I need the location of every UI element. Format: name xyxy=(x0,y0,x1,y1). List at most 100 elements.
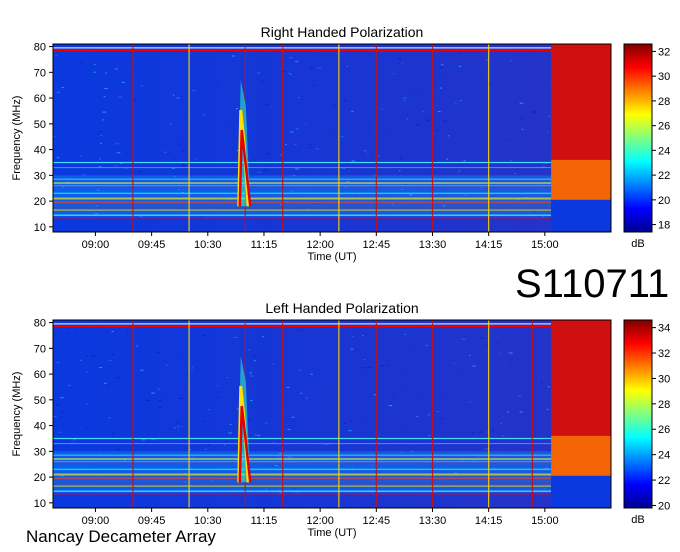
noise-speck xyxy=(324,164,326,166)
noise-speck xyxy=(204,448,208,450)
noise-speck xyxy=(179,398,183,399)
noise-speck xyxy=(115,143,120,145)
noise-speck xyxy=(114,165,117,167)
noise-speck xyxy=(500,423,502,424)
interference-band xyxy=(53,161,568,164)
noise-speck xyxy=(57,91,60,93)
noise-speck xyxy=(404,371,407,372)
noise-speck xyxy=(300,392,303,394)
noise-speck xyxy=(436,411,439,412)
noise-speck xyxy=(492,430,494,432)
noise-speck xyxy=(67,128,70,130)
noise-speck xyxy=(235,108,239,110)
noise-speck xyxy=(146,399,151,401)
noise-speck xyxy=(53,416,57,417)
noise-speck xyxy=(231,55,236,57)
calibration-gradient xyxy=(551,435,611,478)
noise-speck xyxy=(202,114,205,116)
y-tick-label: 10 xyxy=(34,222,46,234)
noise-speck xyxy=(415,124,419,126)
interference-band xyxy=(53,47,568,49)
noise-speck xyxy=(100,142,103,144)
x-tick-label: 12:00 xyxy=(306,239,334,251)
colorbar-tick-label: 30 xyxy=(658,373,670,385)
noise-speck xyxy=(510,359,512,361)
noise-speck xyxy=(459,99,462,101)
colorbar-tick-label: 18 xyxy=(658,220,670,232)
noise-speck xyxy=(61,87,64,88)
noise-speck xyxy=(215,80,219,81)
x-tick-label: 11:15 xyxy=(251,515,278,527)
noise-speck xyxy=(469,401,471,403)
colorbar-label: dB xyxy=(631,514,644,526)
noise-speck xyxy=(352,336,355,338)
noise-speck xyxy=(453,362,455,364)
y-tick-label: 60 xyxy=(34,369,46,381)
noise-speck xyxy=(254,434,257,436)
noise-speck xyxy=(86,355,88,357)
noise-speck xyxy=(111,336,115,338)
noise-band xyxy=(53,175,568,217)
noise-speck xyxy=(472,365,476,367)
noise-speck xyxy=(305,124,307,126)
noise-speck xyxy=(389,402,393,404)
noise-speck xyxy=(182,150,185,152)
noise-speck xyxy=(439,87,443,89)
noise-speck xyxy=(99,158,101,160)
noise-speck xyxy=(163,151,167,153)
noise-speck xyxy=(79,155,83,157)
noise-speck xyxy=(291,416,295,418)
noise-speck xyxy=(344,422,347,424)
calibration-low xyxy=(551,475,611,508)
noise-speck xyxy=(350,404,354,406)
noise-speck xyxy=(157,388,160,390)
noise-speck xyxy=(457,170,461,172)
noise-speck xyxy=(289,131,294,133)
interference-band xyxy=(53,323,568,325)
noise-speck xyxy=(80,359,82,361)
calibration-low xyxy=(551,199,611,232)
noise-speck xyxy=(202,335,205,336)
noise-speck xyxy=(317,67,322,69)
right-polarization-panel: 10 20 30 40 50 60 70 80 09:00 09:45 10:30 11:15 12:0… xyxy=(11,24,670,263)
noise-speck xyxy=(427,414,431,416)
noise-speck xyxy=(125,338,127,340)
noise-speck xyxy=(207,444,211,446)
noise-speck xyxy=(139,171,142,173)
noise-speck xyxy=(56,362,60,363)
x-tick-label: 14:15 xyxy=(475,239,503,251)
noise-speck xyxy=(166,364,168,366)
noise-speck xyxy=(178,426,180,428)
y-tick-label: 20 xyxy=(34,472,46,484)
noise-speck xyxy=(195,404,200,406)
noise-speck xyxy=(249,375,254,377)
noise-speck xyxy=(168,428,172,430)
colorbar-tick-label: 26 xyxy=(658,424,670,436)
colorbar-tick-label: 34 xyxy=(658,323,670,335)
noise-speck xyxy=(541,118,544,120)
noise-speck xyxy=(351,160,356,162)
y-tick-label: 50 xyxy=(34,119,46,131)
noise-speck xyxy=(288,72,291,74)
colorbar-tick-label: 32 xyxy=(658,46,670,58)
noise-speck xyxy=(508,352,513,354)
noise-speck xyxy=(216,385,219,387)
x-tick-label: 10:30 xyxy=(194,239,222,251)
noise-speck xyxy=(484,448,488,450)
noise-speck xyxy=(92,408,95,410)
noise-speck xyxy=(519,411,523,413)
colorbar-tick-label: 28 xyxy=(658,96,670,108)
noise-speck xyxy=(433,160,438,162)
noise-speck xyxy=(369,127,371,129)
colorbar-tick-label: 22 xyxy=(658,475,670,487)
noise-speck xyxy=(466,399,469,401)
y-tick-label: 70 xyxy=(34,343,46,355)
y-tick-label: 40 xyxy=(34,421,46,433)
noise-speck xyxy=(507,411,510,413)
noise-speck xyxy=(104,88,108,90)
noise-speck xyxy=(67,409,69,411)
noise-speck xyxy=(140,369,144,371)
noise-speck xyxy=(341,136,344,138)
noise-band xyxy=(53,451,568,493)
noise-speck xyxy=(290,73,292,75)
